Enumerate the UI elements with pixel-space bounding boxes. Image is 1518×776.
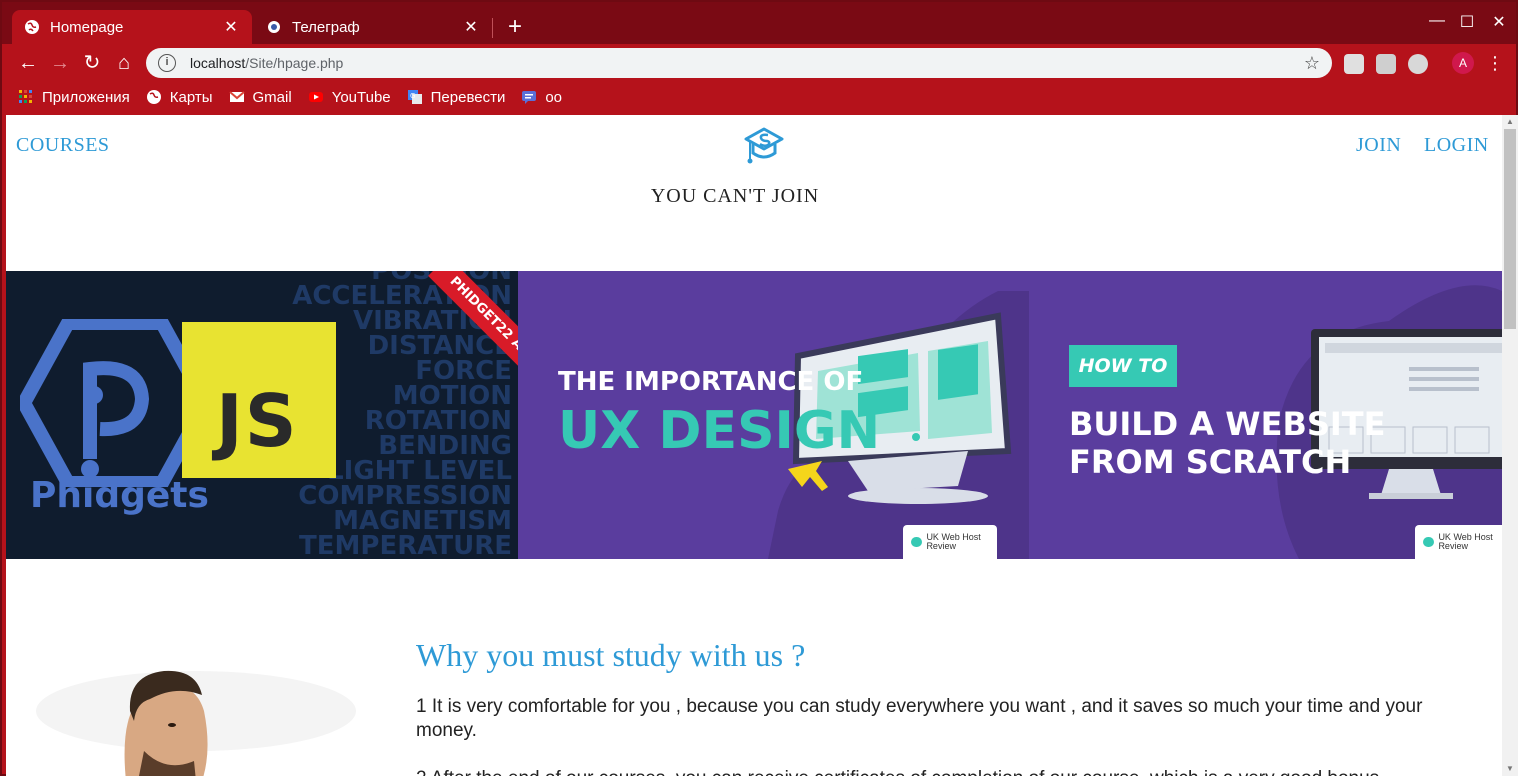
browser-toolbar: ← → ↻ ⌂ i localhost/Site/hpage.php ☆ A ⋮ [2, 44, 1516, 82]
bookmark-star-icon[interactable]: ☆ [1304, 53, 1320, 74]
tab-homepage[interactable]: Homepage ✕ [12, 10, 252, 44]
bookmarks-bar: Приложения Карты Gmail YouTube G Перевес… [2, 82, 1516, 112]
ux-headline-line1: THE IMPORTANCE OF [558, 367, 864, 397]
back-arrow-icon[interactable]: ← [16, 51, 40, 75]
review-badge: UK Web Host Review [1415, 525, 1502, 559]
why-section: Why you must study with us ? 1 It is ver… [6, 559, 1502, 776]
bookmark-maps[interactable]: Карты [146, 89, 213, 106]
svg-text:G: G [410, 92, 415, 100]
window-close-icon[interactable]: ✕ [1484, 12, 1514, 36]
tab-title: Homepage [50, 18, 124, 36]
reason-paragraph-2: 2 After the end of our courses, you can … [416, 767, 1486, 776]
url-path: /Site/hpage.php [245, 55, 344, 71]
browser-window: Homepage ✕ Телеграф ✕ + — ☐ ✕ ← → ↻ ⌂ i … [0, 0, 1518, 776]
build-website-headline: BUILD A WEBSITE FROM SCRATCH [1069, 405, 1385, 481]
info-icon[interactable]: i [158, 54, 176, 72]
bookmark-label: YouTube [331, 88, 391, 106]
maximize-icon[interactable]: ☐ [1452, 12, 1482, 36]
banner-slide-ux[interactable]: THE IMPORTANCE OF UX DESIGN UK Web Host … [518, 271, 1029, 559]
banner-slide-website[interactable]: HOW TO BUILD A WEBSITE FROM SCRATCH UK W… [1029, 271, 1502, 559]
translate-icon: G [407, 89, 423, 105]
youtube-icon [308, 89, 324, 105]
bookmark-label: oo [545, 88, 563, 106]
how-to-tag: HOW TO [1069, 345, 1177, 387]
site-logo-icon[interactable] [742, 123, 786, 167]
why-title: Why you must study with us ? [416, 637, 806, 673]
ux-headline-line2: UX DESIGN [558, 401, 881, 461]
headline-line2: FROM SCRATCH [1069, 443, 1352, 481]
globe-icon [146, 89, 162, 105]
phidgets-brand-text: Phidgets [30, 475, 209, 516]
bookmark-label: Карты [169, 88, 213, 106]
sensor-keyword: TEMPERATURE [299, 531, 512, 559]
chat-icon [521, 89, 537, 105]
cloud-icon [911, 537, 923, 547]
bookmark-gmail[interactable]: Gmail [228, 88, 292, 106]
extension-icon[interactable] [1344, 54, 1364, 74]
gmail-icon [228, 89, 245, 105]
menu-dots-icon[interactable]: ⋮ [1486, 52, 1504, 74]
close-tab-icon[interactable]: ✕ [462, 17, 480, 37]
badge-text: UK Web Host Review [926, 532, 981, 551]
badge-text: UK Web Host Review [1438, 532, 1493, 551]
avatar[interactable]: A [1452, 52, 1474, 74]
tab-telegraph[interactable]: Телеграф ✕ [254, 10, 492, 44]
bookmark-label: Приложения [42, 88, 130, 106]
close-tab-icon[interactable]: ✕ [222, 17, 240, 37]
scroll-up-icon[interactable]: ▲ [1506, 118, 1514, 126]
review-badge: UK Web Host Review [903, 525, 997, 559]
scroll-down-icon[interactable]: ▼ [1506, 765, 1514, 773]
bookmark-youtube[interactable]: YouTube [308, 89, 391, 106]
reason-paragraph-1: 1 It is very comfortable for you , becau… [416, 696, 1423, 741]
tab-separator [492, 18, 493, 38]
js-logo-text: JS [216, 379, 299, 463]
reload-icon[interactable]: ↻ [80, 51, 104, 75]
profile-extension-icon[interactable] [1408, 54, 1428, 74]
telegraph-icon [266, 19, 282, 35]
cast-icon[interactable] [1376, 54, 1396, 74]
page-viewport: COURSES JOIN LOGIN YOU CAN'T JOIN POSITI… [6, 115, 1502, 776]
bookmark-label: Перевести [430, 88, 506, 106]
person-photo [36, 670, 356, 776]
minimize-icon[interactable]: — [1422, 12, 1452, 36]
nav-courses-link[interactable]: COURSES [16, 134, 110, 157]
nav-join-link[interactable]: JOIN [1356, 134, 1401, 157]
tab-title: Телеграф [292, 18, 360, 36]
globe-icon [24, 19, 40, 35]
home-icon[interactable]: ⌂ [112, 51, 136, 75]
nav-login-link[interactable]: LOGIN [1424, 134, 1489, 157]
address-bar[interactable]: i localhost/Site/hpage.php ☆ [146, 48, 1332, 78]
scroll-thumb[interactable] [1504, 129, 1516, 329]
tab-bar: Homepage ✕ Телеграф ✕ + — ☐ ✕ [2, 2, 1516, 44]
new-tab-button[interactable]: + [502, 14, 528, 40]
url-text[interactable]: localhost/Site/hpage.php [190, 55, 1304, 71]
bookmark-label: Gmail [252, 88, 292, 106]
join-notice: YOU CAN'T JOIN [650, 185, 820, 207]
site-header: COURSES JOIN LOGIN [6, 115, 1502, 175]
apps-grid-icon [18, 89, 34, 105]
bookmark-translate[interactable]: G Перевести [407, 88, 506, 106]
cloud-icon [1423, 537, 1435, 547]
page-scrollbar[interactable]: ▲ ▼ [1502, 115, 1518, 776]
banner-slide-phidgets[interactable]: POSITIONACCELERATIONVIBRATIONDISTANCEFOR… [6, 271, 518, 559]
bookmark-apps[interactable]: Приложения [18, 89, 130, 106]
bookmark-oo[interactable]: oo [521, 89, 562, 106]
courses-banner[interactable]: POSITIONACCELERATIONVIBRATIONDISTANCEFOR… [6, 271, 1502, 559]
forward-arrow-icon[interactable]: → [48, 51, 72, 75]
headline-line1: BUILD A WEBSITE [1069, 405, 1386, 443]
url-host: localhost [190, 55, 246, 71]
